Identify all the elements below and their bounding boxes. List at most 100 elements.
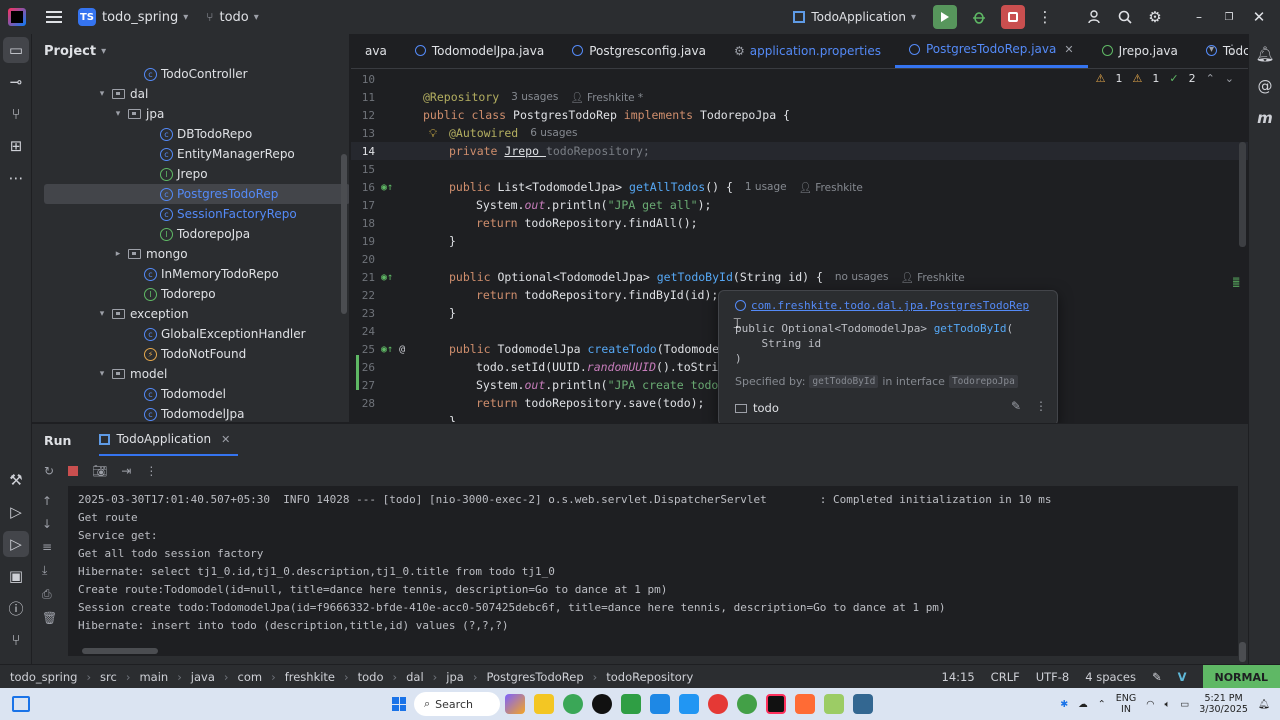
run-config-selector[interactable]: TodoApplication ▾ xyxy=(793,10,916,24)
minimize-window-icon[interactable]: – xyxy=(1184,10,1214,24)
tree-item-todomodel[interactable]: c Todomodel xyxy=(32,384,349,404)
implements-gutter-icon[interactable]: ◉↑ @ xyxy=(381,344,405,355)
tabs-dropdown-icon[interactable]: ▾ xyxy=(1209,44,1214,55)
tree-item-postgrestodorep[interactable]: c PostgresTodoRep xyxy=(44,184,349,204)
postman-icon[interactable] xyxy=(794,694,815,714)
wifi-icon[interactable]: ◠ xyxy=(1146,699,1154,710)
editor-more-icon[interactable]: ⋮ xyxy=(1226,42,1238,56)
structure-tool-icon[interactable]: ⊞ xyxy=(0,130,32,162)
type-reference[interactable]: Jrepo xyxy=(504,144,546,158)
intellij-taskbar-icon[interactable] xyxy=(765,694,786,714)
tree-item-todomodeljpa[interactable]: c TodomodelJpa xyxy=(32,404,349,422)
breadcrumb-item[interactable]: main xyxy=(139,670,168,684)
editor-tab-ava[interactable]: ava xyxy=(351,34,401,68)
caret-position[interactable]: 14:15 xyxy=(942,670,975,684)
battery-icon[interactable]: ▭ xyxy=(1180,699,1189,710)
breadcrumb-item[interactable]: todo_spring xyxy=(10,670,77,684)
rerun-icon[interactable]: ↻ xyxy=(44,464,54,478)
editor-tab-todc[interactable]: Todc xyxy=(1192,34,1248,68)
breadcrumb-item[interactable]: todo xyxy=(358,670,384,684)
language-indicator[interactable]: ENG IN xyxy=(1116,693,1136,715)
stop-button[interactable] xyxy=(1001,5,1025,29)
stop-icon[interactable] xyxy=(68,466,79,476)
spec-interface-chip[interactable]: TodorepoJpa xyxy=(948,375,1018,388)
author-hint[interactable]: 👤︎ Freshkite * xyxy=(570,91,643,104)
vim-icon[interactable]: V xyxy=(1178,670,1187,684)
soft-wrap-icon[interactable]: ≡ xyxy=(42,540,57,554)
more-actions-icon[interactable]: ⋮ xyxy=(145,464,157,478)
chrome-profile-icon[interactable] xyxy=(736,694,757,714)
breadcrumb-item[interactable]: freshkite xyxy=(285,670,335,684)
pull-requests-icon[interactable]: ⑂ xyxy=(0,98,32,130)
editor-tab-jrepo-java[interactable]: Jrepo.java xyxy=(1088,34,1192,68)
notifications-icon[interactable]: 🔔︎ xyxy=(1258,699,1270,710)
notepad-icon[interactable] xyxy=(620,694,641,714)
github-icon[interactable] xyxy=(591,694,612,714)
breadcrumb-item[interactable]: java xyxy=(191,670,215,684)
clock[interactable]: 5:21 PM 3/30/2025 xyxy=(1199,693,1248,715)
problems-tool-icon[interactable]: ⓘ xyxy=(0,592,32,624)
git-tool-icon[interactable]: ⑂ xyxy=(0,624,32,656)
vim-mode-badge[interactable]: NORMAL xyxy=(1202,665,1280,689)
chevron-right-icon[interactable]: ▸ xyxy=(112,249,124,259)
usages-hint[interactable]: 6 usages xyxy=(530,127,577,139)
tree-item-sessionfactoryrepo[interactable]: c SessionFactoryRepo xyxy=(32,204,349,224)
tree-item-todocontroller[interactable]: c TodoController xyxy=(32,64,349,84)
notifications-icon[interactable]: 🔔︎ xyxy=(1249,38,1280,70)
run-tab-todoapplication[interactable]: TodoApplication ✕ xyxy=(99,424,239,456)
breadcrumb-item[interactable]: jpa xyxy=(446,670,464,684)
implements-gutter-icon[interactable]: ◉↑ xyxy=(381,272,393,283)
chevron-down-icon[interactable]: ▾ xyxy=(101,46,106,57)
indent-setting[interactable]: 4 spaces xyxy=(1085,670,1136,684)
chevron-down-icon[interactable]: ▾ xyxy=(96,309,108,319)
edit-source-icon[interactable]: ✎ xyxy=(1011,399,1021,413)
tree-item-todorepo[interactable]: I Todorepo xyxy=(32,284,349,304)
editor-scrollbar[interactable] xyxy=(1239,142,1246,247)
print-icon[interactable]: ⎙ xyxy=(42,587,57,602)
app-icon[interactable] xyxy=(823,694,844,714)
maven-icon[interactable]: m xyxy=(1249,102,1280,134)
author-hint[interactable]: 👤︎ Freshkite xyxy=(900,271,964,284)
copilot-icon[interactable] xyxy=(504,694,525,714)
tree-item-jrepo[interactable]: I Jrepo xyxy=(32,164,349,184)
tree-item-todonotfound[interactable]: ⚡ TodoNotFound xyxy=(32,344,349,364)
run-tool-icon[interactable]: ▷ xyxy=(3,531,29,557)
gear-icon[interactable]: ⚙ xyxy=(1140,8,1170,26)
vscode-icon[interactable] xyxy=(678,694,699,714)
tree-item-model[interactable]: ▾ model xyxy=(32,364,349,384)
spec-method-chip[interactable]: getTodoById xyxy=(809,375,879,388)
tree-item-jpa[interactable]: ▾ jpa xyxy=(32,104,349,124)
close-icon[interactable]: ✕ xyxy=(1064,43,1073,56)
vcs-change-marker[interactable] xyxy=(356,355,359,390)
tree-item-inmemorytodorepo[interactable]: c InMemoryTodoRepo xyxy=(32,264,349,284)
cloud-icon[interactable]: ☁ xyxy=(1078,699,1088,710)
console-h-scrollbar[interactable] xyxy=(82,648,158,654)
terminal-tool-icon[interactable]: ▣ xyxy=(0,560,32,592)
tree-item-dbtodorepo[interactable]: c DBTodoRepo xyxy=(32,124,349,144)
bluetooth-icon[interactable]: ✱ xyxy=(1060,699,1068,710)
chevron-down-icon[interactable]: ▾ xyxy=(96,369,108,379)
opera-icon[interactable] xyxy=(707,694,728,714)
close-icon[interactable]: ✕ xyxy=(221,433,230,446)
usages-hint[interactable]: no usages xyxy=(835,271,889,283)
breadcrumb-item[interactable]: com xyxy=(238,670,263,684)
branch-name[interactable]: todo xyxy=(219,10,248,25)
windows-start-icon[interactable] xyxy=(392,697,406,711)
project-scrollbar[interactable] xyxy=(341,154,347,314)
chrome-icon[interactable] xyxy=(562,694,583,714)
restore-window-icon[interactable]: ❐ xyxy=(1214,12,1244,23)
file-explorer-icon[interactable] xyxy=(533,694,554,714)
volume-icon[interactable]: 🔈︎ xyxy=(1165,699,1171,710)
tree-item-todorepojpa[interactable]: I TodorepoJpa xyxy=(32,224,349,244)
editor-tab-application-properties[interactable]: ⚙ application.properties xyxy=(720,34,895,68)
implements-gutter-icon[interactable]: ◉↑ xyxy=(381,182,393,193)
project-tool-icon[interactable]: ▭ xyxy=(3,37,29,63)
search-icon[interactable] xyxy=(1110,9,1140,25)
more-actions-icon[interactable]: ⋮ xyxy=(1030,8,1060,26)
close-window-icon[interactable]: ✕ xyxy=(1244,8,1274,26)
clear-all-icon[interactable]: 🗑︎ xyxy=(42,611,57,625)
rerun-button[interactable] xyxy=(933,5,957,29)
editor-tab-postgrestodorep-java[interactable]: PostgresTodoRep.java ✕ xyxy=(894,34,1088,68)
chevron-up-icon[interactable]: ⌃ xyxy=(1098,699,1106,710)
tree-item-mongo[interactable]: ▸ mongo xyxy=(32,244,349,264)
